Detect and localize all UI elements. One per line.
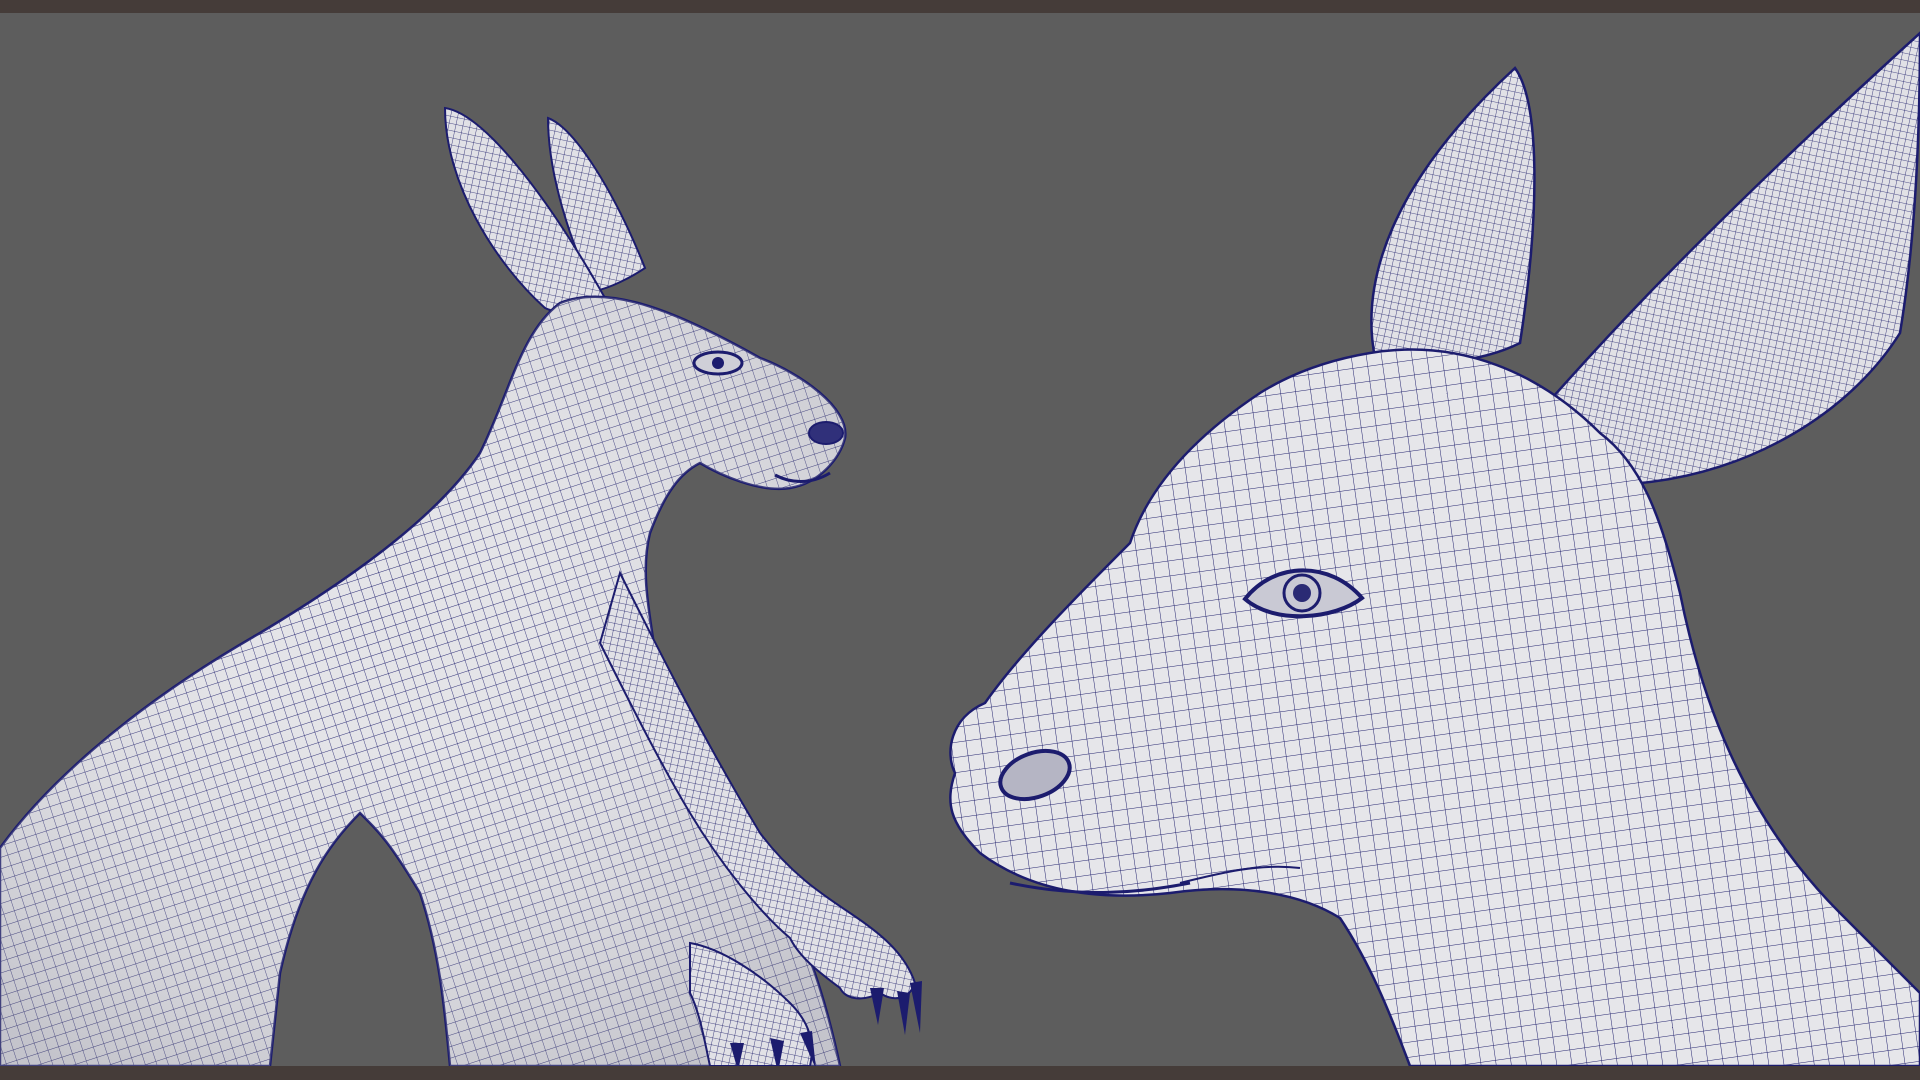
left-kangaroo-claw (897, 991, 910, 1035)
right-kangaroo (949, 31, 1920, 1066)
left-kangaroo-nose (808, 421, 844, 445)
top-frame-bar (0, 0, 1920, 13)
right-kangaroo-head (949, 348, 1920, 1066)
bottom-frame-bar (0, 1066, 1920, 1080)
viewport (0, 13, 1920, 1066)
render-frame (0, 0, 1920, 1080)
left-kangaroo-claw (910, 981, 922, 1033)
right-kangaroo-right-ear (1528, 31, 1920, 485)
left-kangaroo (0, 106, 922, 1066)
right-kangaroo-left-ear (1370, 66, 1536, 365)
left-kangaroo-claw (870, 988, 884, 1025)
kangaroo-wireframe-render (0, 31, 1920, 1066)
